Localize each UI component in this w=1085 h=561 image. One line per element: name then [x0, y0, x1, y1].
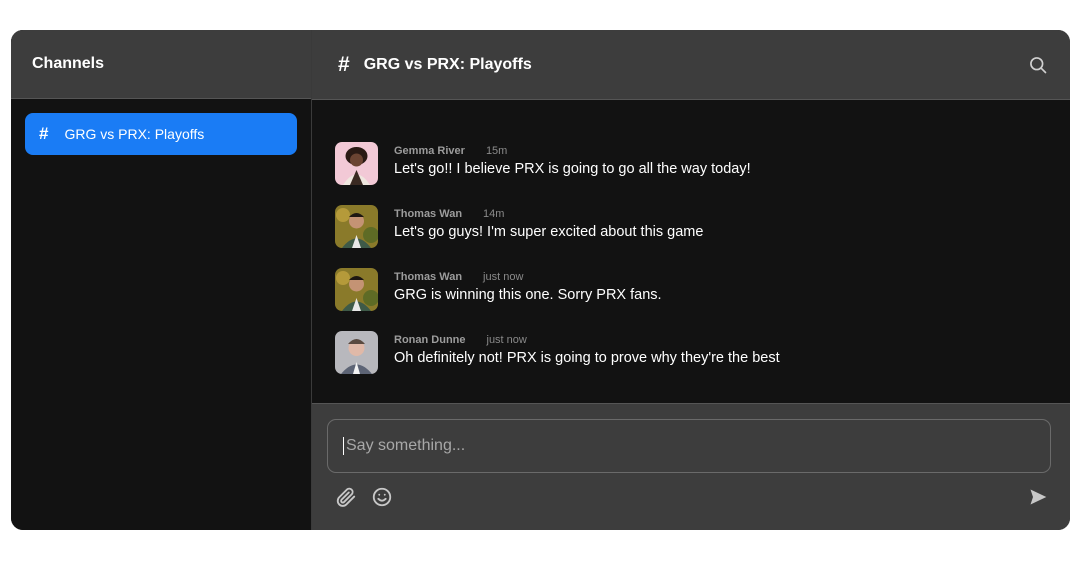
- composer-tools: [335, 486, 407, 508]
- message-item: Ronan Dunne just now Oh definitely not! …: [335, 331, 1070, 374]
- message-time: 14m: [483, 208, 505, 220]
- chat-header: # GRG vs PRX: Playoffs: [312, 30, 1070, 100]
- hash-icon: #: [338, 52, 350, 76]
- channel-item-grg-vs-prx[interactable]: # GRG vs PRX: Playoffs: [25, 113, 297, 155]
- avatar[interactable]: [335, 142, 378, 185]
- message-author: Thomas Wan: [394, 208, 463, 220]
- message-input-box[interactable]: [327, 419, 1051, 473]
- message-text: Oh definitely not! PRX is going to prove…: [394, 350, 780, 366]
- avatar[interactable]: [335, 268, 378, 311]
- message-author: Thomas Wan: [394, 271, 463, 283]
- message-item: Thomas Wan 14m Let's go guys! I'm super …: [335, 205, 1070, 248]
- message-composer: [312, 403, 1070, 530]
- channel-list: # GRG vs PRX: Playoffs: [11, 99, 311, 169]
- message-text: Let's go!! I believe PRX is going to go …: [394, 161, 751, 177]
- message-time: 15m: [485, 145, 508, 157]
- search-icon[interactable]: [1028, 55, 1048, 75]
- chat-main: # GRG vs PRX: Playoffs Gemma River 15m L…: [312, 30, 1070, 530]
- channel-title: GRG vs PRX: Playoffs: [363, 55, 532, 73]
- send-icon[interactable]: [1028, 487, 1048, 507]
- message-input[interactable]: [344, 436, 1050, 456]
- message-time: just now: [483, 271, 524, 283]
- avatar[interactable]: [335, 331, 378, 374]
- chat-app: Channels # GRG vs PRX: Playoffs # GRG vs…: [11, 30, 1070, 530]
- channel-name: GRG vs PRX: Playoffs: [64, 126, 205, 142]
- message-item: Gemma River 15m Let's go!! I believe PRX…: [335, 142, 1070, 185]
- paperclip-icon[interactable]: [335, 486, 357, 508]
- message-list: Gemma River 15m Let's go!! I believe PRX…: [312, 100, 1070, 403]
- sidebar-title: Channels: [32, 55, 105, 72]
- channel-sidebar: Channels # GRG vs PRX: Playoffs: [11, 30, 312, 530]
- message-author: Gemma River: [394, 145, 465, 157]
- hash-icon: #: [39, 124, 49, 143]
- message-text: Let's go guys! I'm super excited about t…: [394, 224, 704, 240]
- sidebar-header: Channels: [11, 30, 311, 99]
- message-text: GRG is winning this one. Sorry PRX fans.: [394, 287, 662, 303]
- message-author: Ronan Dunne: [394, 334, 466, 346]
- smiley-icon[interactable]: [371, 486, 393, 508]
- message-time: just now: [486, 334, 527, 346]
- message-item: Thomas Wan just now GRG is winning this …: [335, 268, 1070, 311]
- avatar[interactable]: [335, 205, 378, 248]
